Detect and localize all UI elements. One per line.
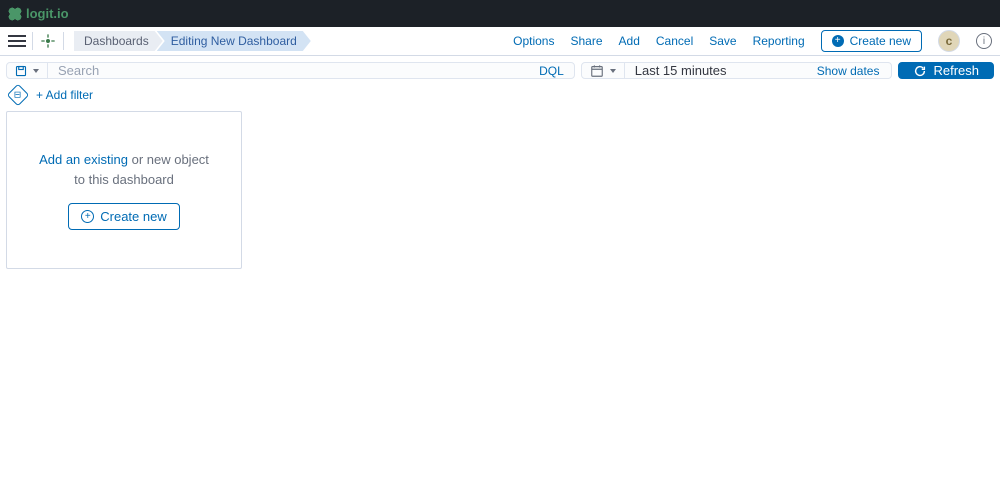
time-range-label: Last 15 minutes	[635, 63, 727, 78]
add-link[interactable]: Add	[619, 34, 640, 48]
time-group: Last 15 minutes Show dates	[581, 62, 893, 79]
breadcrumb-dashboards[interactable]: Dashboards	[74, 31, 163, 51]
show-dates-link[interactable]: Show dates	[805, 63, 892, 78]
save-link[interactable]: Save	[709, 34, 736, 48]
brand-name: logit.io	[26, 6, 69, 21]
brand-logo[interactable]: logit.io	[8, 6, 69, 21]
breadcrumb-label: Editing New Dashboard	[171, 34, 297, 48]
filter-icon: ⊟	[14, 90, 22, 99]
breadcrumb: Dashboards Editing New Dashboard	[74, 31, 311, 51]
calendar-icon	[590, 64, 604, 78]
saved-query-button[interactable]	[7, 63, 48, 78]
time-range-display[interactable]: Last 15 minutes	[625, 63, 805, 78]
brand-bar: logit.io	[0, 0, 1000, 27]
calendar-button[interactable]	[582, 63, 625, 78]
empty-text-part: or new object	[128, 152, 209, 167]
panel-create-label: Create new	[100, 209, 166, 224]
panel-create-new-button[interactable]: + Create new	[68, 203, 179, 230]
refresh-label: Refresh	[933, 63, 979, 78]
query-bar: DQL Last 15 minutes Show dates Refresh	[0, 56, 1000, 85]
logit-icon	[8, 7, 22, 21]
disk-icon	[15, 65, 27, 77]
create-new-label: Create new	[850, 34, 911, 48]
divider	[32, 32, 33, 50]
empty-panel-text: Add an existing or new object to this da…	[39, 150, 209, 189]
header-bar: Dashboards Editing New Dashboard Options…	[0, 27, 1000, 56]
dql-toggle[interactable]: DQL	[529, 63, 574, 78]
dql-label: DQL	[539, 64, 564, 78]
chevron-down-icon	[33, 69, 39, 73]
cancel-link[interactable]: Cancel	[656, 34, 693, 48]
search-input[interactable]	[48, 63, 529, 78]
plus-circle-outline-icon: +	[81, 210, 94, 223]
filter-row: ⊟ + Add filter	[0, 85, 1000, 111]
avatar[interactable]: c	[938, 30, 960, 52]
refresh-button[interactable]: Refresh	[898, 62, 994, 79]
app-home-icon[interactable]	[39, 32, 57, 50]
filter-options-button[interactable]: ⊟	[7, 84, 30, 107]
options-link[interactable]: Options	[513, 34, 554, 48]
search-group: DQL	[6, 62, 575, 79]
breadcrumb-editing[interactable]: Editing New Dashboard	[157, 31, 311, 51]
dashboard-canvas: Add an existing or new object to this da…	[0, 111, 1000, 269]
help-icon[interactable]: i	[976, 33, 992, 49]
add-existing-link[interactable]: Add an existing	[39, 152, 128, 167]
reporting-link[interactable]: Reporting	[753, 34, 805, 48]
chevron-down-icon	[610, 69, 616, 73]
empty-text-part: to this dashboard	[74, 172, 174, 187]
empty-panel[interactable]: Add an existing or new object to this da…	[6, 111, 242, 269]
add-filter-link[interactable]: + Add filter	[36, 88, 93, 102]
refresh-icon	[913, 64, 927, 78]
header-actions: Options Share Add Cancel Save Reporting …	[513, 30, 992, 52]
divider	[63, 32, 64, 50]
avatar-initial: c	[946, 34, 953, 48]
plus-circle-icon: +	[832, 35, 844, 47]
show-dates-label: Show dates	[817, 64, 880, 78]
create-new-button[interactable]: + Create new	[821, 30, 922, 52]
breadcrumb-label: Dashboards	[84, 34, 149, 48]
share-link[interactable]: Share	[570, 34, 602, 48]
menu-icon[interactable]	[8, 32, 26, 50]
